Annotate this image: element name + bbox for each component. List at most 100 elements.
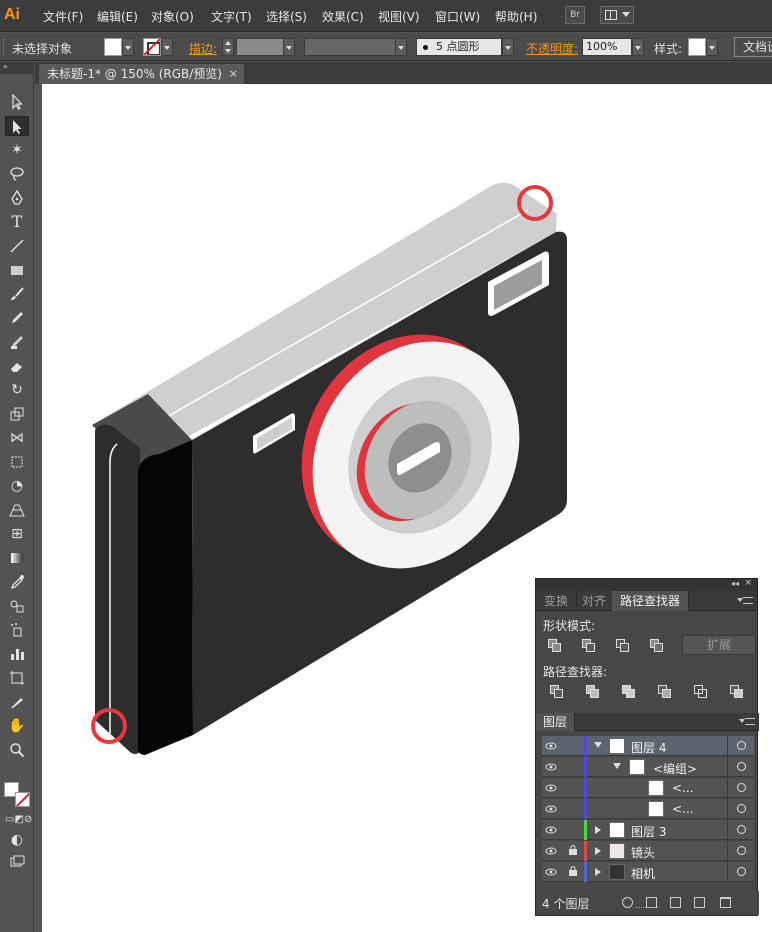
layer-row[interactable]: 相机 bbox=[542, 862, 754, 882]
fill-dropdown[interactable] bbox=[122, 38, 134, 56]
rectangle-tool-icon[interactable] bbox=[5, 260, 29, 280]
style-dropdown[interactable] bbox=[706, 38, 718, 56]
symbol-sprayer-tool-icon[interactable] bbox=[5, 620, 29, 640]
width-tool-icon[interactable]: ⋈ bbox=[5, 428, 29, 448]
merge-icon[interactable] bbox=[622, 685, 636, 699]
layer-row[interactable]: 图层 3 bbox=[542, 820, 754, 840]
slice-tool-icon[interactable] bbox=[5, 692, 29, 712]
layers-menu-icon[interactable] bbox=[739, 718, 755, 725]
scale-tool-icon[interactable] bbox=[5, 404, 29, 424]
selection-tool-icon[interactable] bbox=[5, 92, 29, 112]
profile-dropdown[interactable] bbox=[395, 38, 407, 56]
layer-row[interactable]: 图层 4 bbox=[542, 736, 754, 756]
intersect-icon[interactable] bbox=[616, 639, 630, 653]
menu-select[interactable]: 选择(S) bbox=[266, 8, 307, 25]
visibility-eye-icon[interactable] bbox=[545, 782, 557, 794]
bridge-button[interactable]: Br bbox=[565, 6, 585, 24]
opacity-input[interactable]: 100% bbox=[582, 38, 632, 56]
hand-tool-icon[interactable]: ✋ bbox=[5, 716, 29, 736]
magic-wand-tool-icon[interactable]: ✶ bbox=[5, 140, 29, 160]
shape-builder-tool-icon[interactable]: ◔ bbox=[5, 476, 29, 496]
layer-name[interactable]: 图层 4 bbox=[631, 739, 666, 756]
close-panel-icon[interactable]: × bbox=[744, 578, 752, 588]
locate-object-icon[interactable] bbox=[622, 897, 633, 908]
minus-back-icon[interactable] bbox=[730, 685, 744, 699]
arrange-documents-button[interactable] bbox=[600, 6, 634, 24]
panel-grip[interactable] bbox=[3, 39, 5, 55]
pen-tool-icon[interactable] bbox=[5, 188, 29, 208]
menu-object[interactable]: 对象(O) bbox=[151, 8, 194, 25]
paintbrush-tool-icon[interactable] bbox=[5, 284, 29, 304]
layer-name[interactable]: 镜头 bbox=[631, 844, 655, 861]
menu-effect[interactable]: 效果(C) bbox=[322, 8, 364, 25]
trim-icon[interactable] bbox=[586, 685, 600, 699]
close-icon[interactable]: × bbox=[229, 64, 238, 84]
layer-row[interactable]: <编组> bbox=[542, 757, 754, 777]
target-circle-icon[interactable] bbox=[737, 783, 746, 792]
opacity-dropdown[interactable] bbox=[632, 38, 644, 56]
document-setup-button[interactable]: 文档设 bbox=[734, 37, 772, 57]
brush-definition[interactable]: 5 点圆形 bbox=[416, 38, 502, 56]
create-new-layer-icon[interactable] bbox=[694, 897, 705, 908]
exclude-icon[interactable] bbox=[650, 639, 664, 653]
target-circle-icon[interactable] bbox=[737, 804, 746, 813]
panel-title-bar[interactable]: ◂◂ × bbox=[536, 578, 757, 591]
collapse-triangle-icon[interactable] bbox=[594, 742, 602, 748]
menu-help[interactable]: 帮助(H) bbox=[495, 8, 537, 25]
collapse-panel-icon[interactable]: ◂◂ bbox=[731, 579, 739, 588]
variable-width-profile[interactable] bbox=[304, 38, 396, 56]
rotate-tool-icon[interactable]: ↻ bbox=[5, 380, 29, 400]
layer-name[interactable]: <编组> bbox=[653, 760, 697, 777]
tab-layers[interactable]: 图层 bbox=[536, 713, 576, 731]
layer-name[interactable]: 图层 3 bbox=[631, 823, 666, 840]
visibility-eye-icon[interactable] bbox=[545, 866, 557, 878]
document-tab[interactable]: 未标题-1* @ 150% (RGB/预览) × bbox=[39, 64, 244, 84]
minus-front-icon[interactable] bbox=[582, 639, 596, 653]
blob-brush-tool-icon[interactable] bbox=[5, 332, 29, 352]
brush-dropdown[interactable] bbox=[502, 38, 514, 56]
target-circle-icon[interactable] bbox=[737, 867, 746, 876]
target-circle-icon[interactable] bbox=[737, 846, 746, 855]
stroke-dropdown[interactable] bbox=[161, 38, 173, 56]
mesh-tool-icon[interactable]: ⊞ bbox=[5, 524, 29, 544]
line-tool-icon[interactable] bbox=[5, 236, 29, 256]
menu-view[interactable]: 视图(V) bbox=[378, 8, 420, 25]
toolbox-collapse[interactable]: » bbox=[0, 62, 34, 74]
color-mode-icons[interactable]: ▭◩⊘ bbox=[5, 810, 32, 830]
artboard-tool-icon[interactable] bbox=[5, 668, 29, 688]
collapse-triangle-icon[interactable] bbox=[613, 763, 621, 769]
visibility-eye-icon[interactable] bbox=[545, 740, 557, 752]
layer-row[interactable]: <... bbox=[542, 799, 754, 819]
visibility-eye-icon[interactable] bbox=[545, 845, 557, 857]
divide-icon[interactable] bbox=[550, 685, 564, 699]
tab-pathfinder[interactable]: 路径查找器 bbox=[612, 591, 690, 611]
target-circle-icon[interactable] bbox=[737, 762, 746, 771]
crop-icon[interactable] bbox=[658, 685, 672, 699]
blend-tool-icon[interactable] bbox=[5, 596, 29, 616]
unite-icon[interactable] bbox=[548, 639, 562, 653]
free-transform-tool-icon[interactable] bbox=[5, 452, 29, 472]
tab-align[interactable]: 对齐 bbox=[574, 591, 616, 611]
layer-name[interactable]: <... bbox=[672, 781, 694, 795]
gradient-tool-icon[interactable] bbox=[5, 548, 29, 568]
outline-icon[interactable] bbox=[694, 685, 708, 699]
column-graph-tool-icon[interactable] bbox=[5, 644, 29, 664]
lasso-tool-icon[interactable] bbox=[5, 164, 29, 184]
stroke-weight-dropdown[interactable] bbox=[283, 38, 295, 56]
panel-resize-grip[interactable] bbox=[636, 907, 658, 910]
target-circle-icon[interactable] bbox=[737, 741, 746, 750]
zoom-tool-icon[interactable] bbox=[5, 740, 29, 760]
menu-edit[interactable]: 编辑(E) bbox=[97, 8, 138, 25]
opacity-label[interactable]: 不透明度: bbox=[526, 40, 578, 57]
layer-row[interactable]: <... bbox=[542, 778, 754, 798]
expand-triangle-icon[interactable] bbox=[595, 847, 601, 855]
lock-icon[interactable] bbox=[568, 844, 578, 856]
layer-name[interactable]: <... bbox=[672, 802, 694, 816]
expand-button[interactable]: 扩展 bbox=[682, 635, 756, 655]
perspective-grid-tool-icon[interactable] bbox=[5, 500, 29, 520]
stroke-weight-field[interactable] bbox=[236, 38, 284, 56]
pencil-tool-icon[interactable] bbox=[5, 308, 29, 328]
stroke-weight-stepper[interactable] bbox=[222, 38, 234, 56]
drawing-mode-icon[interactable]: ◐ bbox=[5, 830, 29, 850]
target-circle-icon[interactable] bbox=[737, 825, 746, 834]
